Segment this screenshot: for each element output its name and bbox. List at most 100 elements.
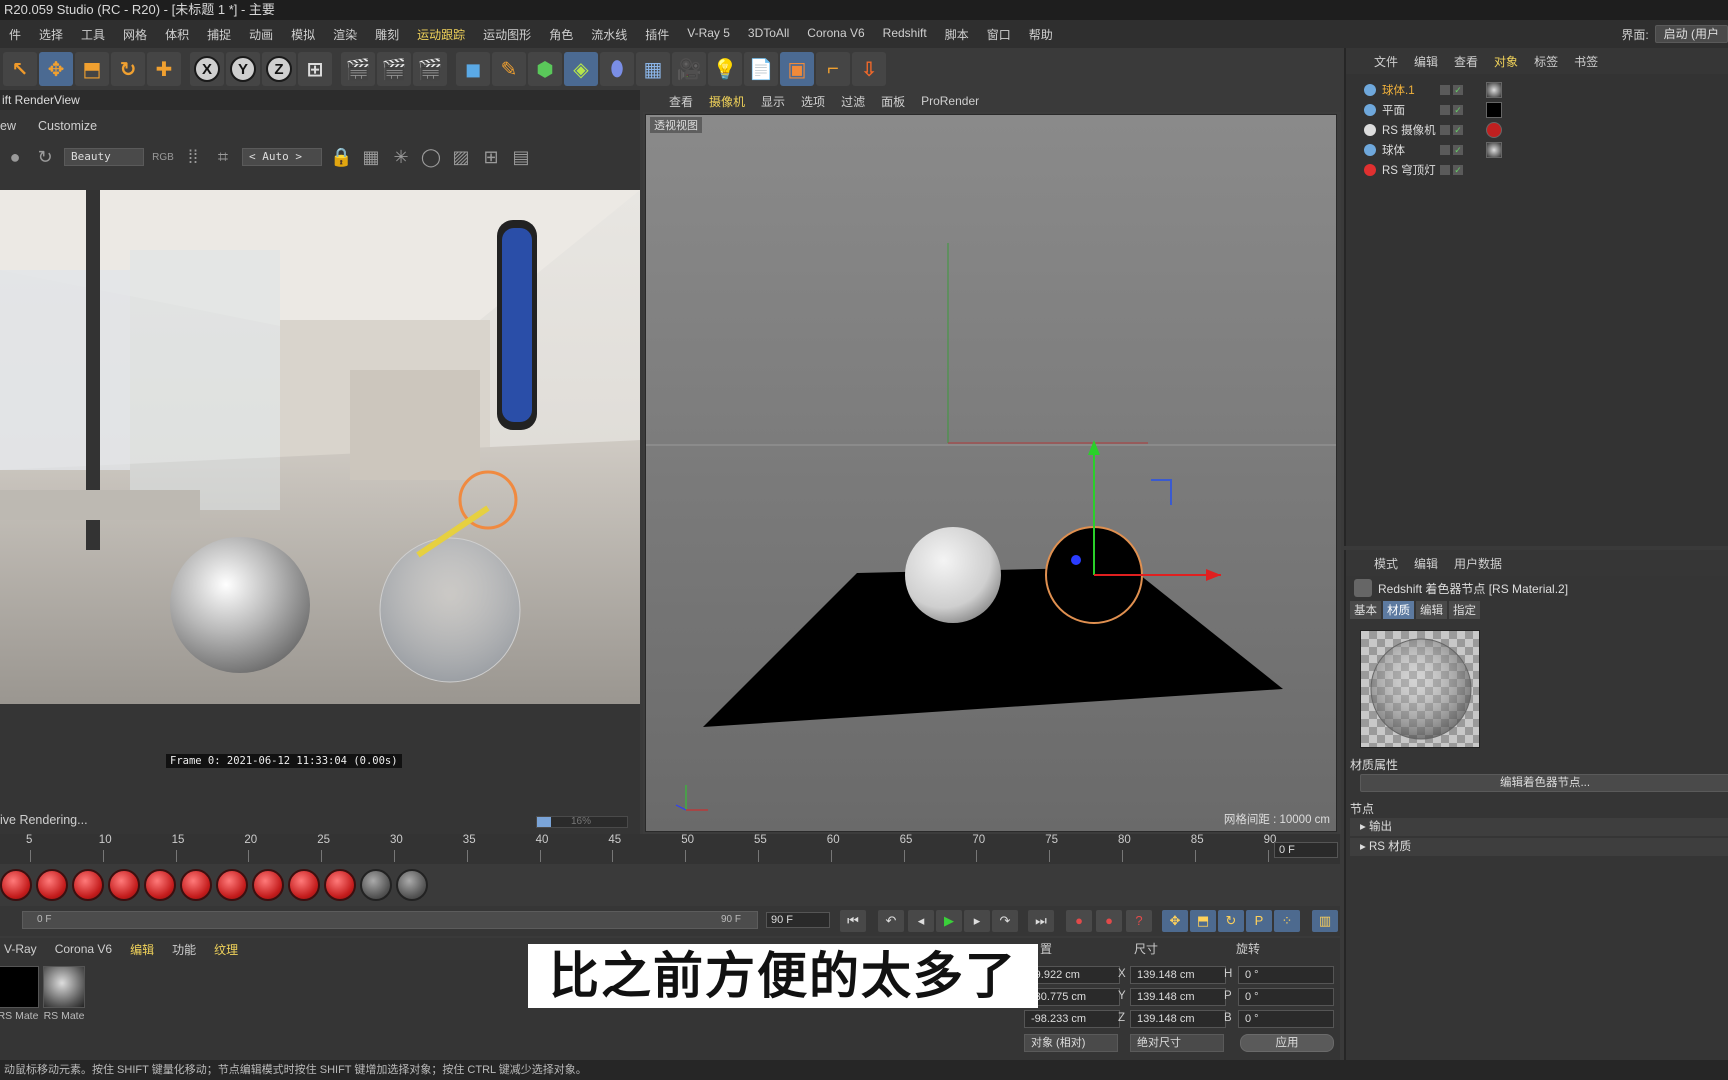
object-row[interactable]: 平面 ✓: [1346, 100, 1728, 120]
object-row[interactable]: 球体.1 ✓: [1346, 80, 1728, 100]
coordinate-system-icon[interactable]: ✚: [147, 52, 181, 86]
menu-item[interactable]: 窗口: [978, 26, 1020, 43]
script-icon[interactable]: 📄: [744, 52, 778, 86]
object-manager-menu-item[interactable]: 书签: [1574, 53, 1598, 70]
enable-check-icon[interactable]: ✓: [1453, 165, 1463, 175]
viewport-menu-item[interactable]: 面板: [881, 93, 905, 110]
size-z-field[interactable]: 139.148 cm: [1130, 1010, 1226, 1028]
position-key-icon[interactable]: ✥: [1162, 910, 1188, 932]
object-manager-menu-item[interactable]: 标签: [1534, 53, 1558, 70]
rs-camera-icon[interactable]: [252, 869, 284, 901]
circle-icon[interactable]: ◯: [420, 147, 442, 168]
viewport-menu-item[interactable]: 过滤: [841, 93, 865, 110]
freeze-icon[interactable]: ✳: [390, 147, 412, 168]
rgb-toggle[interactable]: RGB: [152, 152, 174, 163]
parameter-key-icon[interactable]: P: [1246, 910, 1272, 932]
menu-item[interactable]: 选择: [30, 26, 72, 43]
tiles-icon[interactable]: ▦: [360, 147, 382, 168]
position-z-field[interactable]: -98.233 cm: [1024, 1010, 1120, 1028]
rs-shader-icon[interactable]: [72, 869, 104, 901]
menu-item[interactable]: 运动图形: [474, 26, 540, 43]
rs-material-icon[interactable]: [36, 869, 68, 901]
menu-item[interactable]: 渲染: [324, 26, 366, 43]
attr-tab[interactable]: 编辑: [1416, 601, 1447, 619]
scale-tool-icon[interactable]: ⬒: [75, 52, 109, 86]
rs-light-icon[interactable]: [144, 869, 176, 901]
menu-item[interactable]: 运动跟踪: [408, 26, 474, 43]
material-menu-item[interactable]: V-Ray: [4, 942, 37, 956]
editor-visibility-icon[interactable]: [1440, 125, 1450, 135]
aov-select[interactable]: Beauty: [64, 148, 144, 166]
visibility-flags[interactable]: ✓: [1440, 105, 1480, 115]
zoom-select[interactable]: < Auto >: [242, 148, 322, 166]
apply-button[interactable]: 应用: [1240, 1034, 1334, 1052]
drop-to-floor-icon[interactable]: ⇩: [852, 52, 886, 86]
layout-select[interactable]: 启动 (用户: [1654, 25, 1728, 43]
timeline-window-icon[interactable]: ▥: [1312, 910, 1338, 932]
cube-object-icon[interactable]: ◼: [456, 52, 490, 86]
editor-visibility-icon[interactable]: [1440, 105, 1450, 115]
editor-visibility-icon[interactable]: [1440, 165, 1450, 175]
menu-item[interactable]: 3DToAll: [739, 26, 798, 43]
menu-item[interactable]: Corona V6: [798, 26, 873, 43]
viewport-menu-item[interactable]: 查看: [669, 93, 693, 110]
renderview-menu-view[interactable]: ew: [0, 119, 16, 133]
rs-material-row[interactable]: ▸ RS 材质: [1350, 838, 1728, 856]
keyframe-selection-icon[interactable]: ?: [1126, 910, 1152, 932]
subdivision-icon[interactable]: ⬢: [528, 52, 562, 86]
timeline-ruler[interactable]: 5 10 15 20 25 30 35 40 45 50 55 60 65 70 75 80 85 90: [0, 834, 1340, 864]
scale-key-icon[interactable]: ⬒: [1190, 910, 1216, 932]
object-row[interactable]: RS 摄像机 ✓: [1346, 120, 1728, 140]
output-row[interactable]: ▸ 输出: [1350, 818, 1728, 836]
menu-item[interactable]: 角色: [540, 26, 582, 43]
go-to-start-icon[interactable]: ⏮: [840, 910, 866, 932]
z-axis-lock-icon[interactable]: Z: [262, 52, 296, 86]
frame-icon[interactable]: ▣: [780, 52, 814, 86]
rotate-tool-icon[interactable]: ↻: [111, 52, 145, 86]
menu-item[interactable]: 捕捉: [198, 26, 240, 43]
rs-proxy-icon[interactable]: [288, 869, 320, 901]
floor-icon[interactable]: ▦: [636, 52, 670, 86]
rs-dome-light-icon[interactable]: [216, 869, 248, 901]
edit-shader-nodes-button[interactable]: 编辑着色器节点...: [1360, 774, 1728, 792]
material-swatch[interactable]: RS Mate: [42, 966, 86, 1022]
enable-check-icon[interactable]: ✓: [1453, 85, 1463, 95]
object-manager-menu-item[interactable]: 文件: [1374, 53, 1398, 70]
position-y-field[interactable]: -30.775 cm: [1024, 988, 1120, 1006]
rs-camera-tag-icon[interactable]: [1486, 122, 1502, 138]
coordinate-mode-select[interactable]: 对象 (相对): [1024, 1034, 1118, 1052]
object-row[interactable]: 球体 ✓: [1346, 140, 1728, 160]
menu-item[interactable]: 帮助: [1020, 26, 1062, 43]
object-row[interactable]: RS 穹顶灯 ✓: [1346, 160, 1728, 180]
material-tag-icon[interactable]: [1486, 102, 1502, 118]
rs-area-light-icon[interactable]: [180, 869, 212, 901]
menu-item[interactable]: 脚本: [936, 26, 978, 43]
camera-icon[interactable]: 🎥: [672, 52, 706, 86]
material-menu-item[interactable]: 编辑: [130, 941, 154, 958]
size-mode-select[interactable]: 绝对尺寸: [1130, 1034, 1224, 1052]
material-tag-icon[interactable]: [1486, 142, 1502, 158]
material-menu-item[interactable]: Corona V6: [55, 942, 112, 956]
menu-item[interactable]: Redshift: [874, 26, 936, 43]
attr-menu-edit[interactable]: 编辑: [1414, 555, 1438, 572]
material-menu-item[interactable]: 纹理: [214, 941, 238, 958]
menu-item[interactable]: 工具: [72, 26, 114, 43]
renderview-menu-customize[interactable]: Customize: [38, 119, 97, 133]
material-menu-item[interactable]: 功能: [172, 941, 196, 958]
frame-range-slider[interactable]: 0 F 90 F: [22, 911, 758, 929]
light-icon[interactable]: 💡: [708, 52, 742, 86]
menu-item[interactable]: 流水线: [582, 26, 636, 43]
render-view-icon[interactable]: 🎬: [341, 52, 375, 86]
visibility-flags[interactable]: ✓: [1440, 85, 1480, 95]
rotation-h-field[interactable]: 0 °: [1238, 966, 1334, 984]
menu-item[interactable]: 动画: [240, 26, 282, 43]
menu-item[interactable]: 件: [0, 26, 30, 43]
visibility-flags[interactable]: ✓: [1440, 125, 1480, 135]
menu-item[interactable]: 插件: [636, 26, 678, 43]
editor-visibility-icon[interactable]: [1440, 145, 1450, 155]
attr-menu-mode[interactable]: 模式: [1374, 555, 1398, 572]
select-tool-icon[interactable]: ↖: [3, 52, 37, 86]
lock-icon[interactable]: 🔒: [330, 147, 352, 168]
world-coordinates-icon[interactable]: ⊞: [298, 52, 332, 86]
snap-icon[interactable]: ⌐: [816, 52, 850, 86]
